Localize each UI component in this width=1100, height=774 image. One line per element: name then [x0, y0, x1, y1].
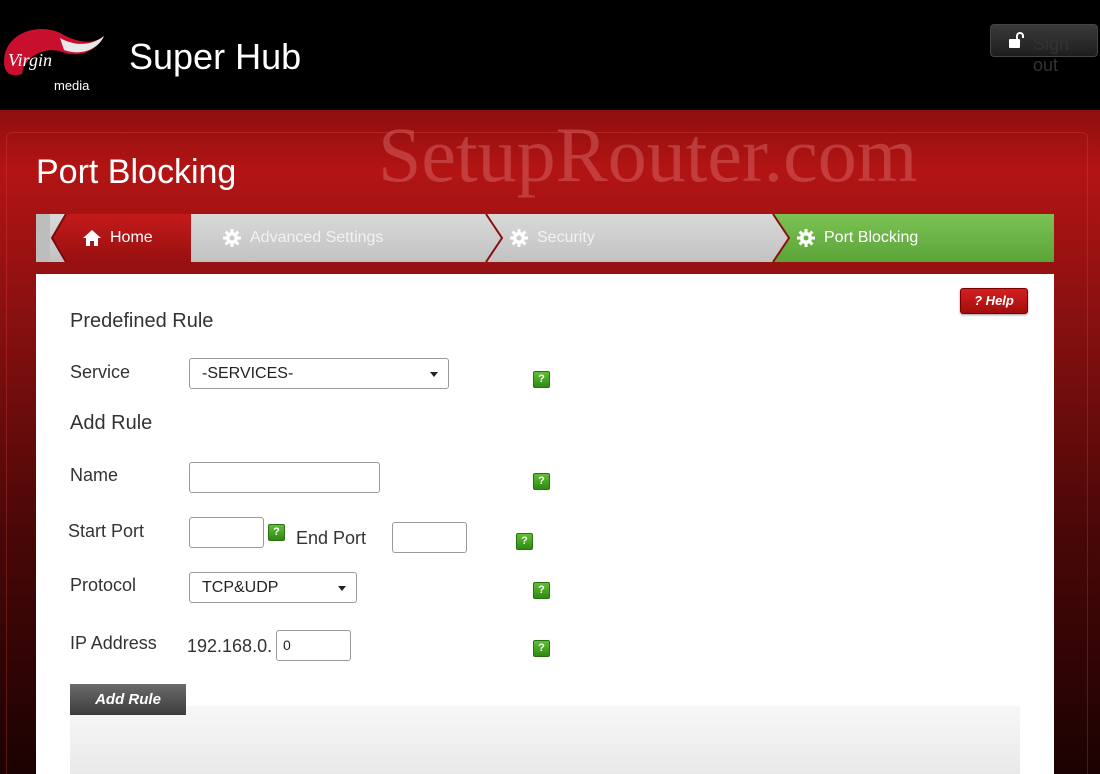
name-label: Name [70, 465, 119, 485]
sign-out-label: Sign out [1033, 34, 1070, 75]
ip-address-prefix: 192.168.0. [187, 636, 273, 656]
protocol-select-value: TCP&UDP [202, 579, 279, 596]
add-rule-button[interactable]: Add Rule [70, 684, 186, 715]
help-button[interactable]: ? Help [960, 288, 1028, 314]
end-port-input[interactable] [392, 522, 467, 553]
gear-icon [510, 229, 528, 247]
chevron-down-icon [430, 372, 438, 377]
breadcrumb-security[interactable]: Security [509, 214, 595, 262]
gear-icon [223, 229, 241, 247]
rules-table-area [70, 706, 1020, 774]
port-blocking-panel: ? Help Predefined Rule Service -SERVICES… [36, 274, 1054, 774]
breadcrumb-security-label: Security [537, 229, 595, 246]
end-port-help-icon[interactable]: ? [516, 533, 533, 550]
sign-out-button[interactable]: Sign out [990, 24, 1098, 75]
app-title: Super Hub [129, 36, 302, 77]
name-input[interactable] [189, 462, 380, 493]
watermark: SetupRouter.com [378, 111, 918, 198]
chevron-down-icon [338, 586, 346, 591]
service-help-icon[interactable]: ? [533, 371, 550, 388]
unlock-icon [1009, 32, 1024, 48]
protocol-label: Protocol [70, 575, 137, 595]
top-header: Virgin media Super Hub Sign out [0, 0, 1100, 110]
breadcrumb-advanced-settings-label: Advanced Settings [250, 229, 384, 246]
breadcrumb-port-blocking[interactable]: Port Blocking [796, 214, 918, 262]
end-port-label: End Port [296, 528, 367, 548]
page-title: Port Blocking [36, 153, 237, 191]
ip-address-label: IP Address [70, 633, 157, 653]
service-label: Service [70, 362, 131, 382]
service-select[interactable]: -SERVICES- [189, 358, 449, 389]
virgin-media-logo: Virgin media [4, 29, 104, 93]
svg-text:Virgin: Virgin [8, 50, 52, 70]
breadcrumb-advanced-settings[interactable]: Advanced Settings [222, 214, 383, 262]
breadcrumb-home-label: Home [110, 229, 153, 246]
gear-icon [797, 229, 815, 247]
svg-text:media: media [54, 78, 90, 93]
breadcrumb: Home Advanced Settings Security Port Blo… [36, 214, 1054, 262]
name-help-icon[interactable]: ? [533, 473, 550, 490]
start-port-label: Start Port [68, 521, 145, 541]
add-rule-title: Add Rule [70, 412, 153, 434]
breadcrumb-home[interactable]: Home [82, 214, 190, 262]
predefined-rule-title: Predefined Rule [70, 310, 214, 332]
ip-address-input[interactable]: 0 [276, 630, 351, 661]
protocol-help-icon[interactable]: ? [533, 582, 550, 599]
breadcrumb-port-blocking-label: Port Blocking [824, 229, 919, 246]
start-port-input[interactable] [189, 517, 264, 548]
ip-address-help-icon[interactable]: ? [533, 640, 550, 657]
home-icon [83, 230, 101, 246]
service-select-value: -SERVICES- [202, 365, 294, 382]
protocol-select[interactable]: TCP&UDP [189, 572, 357, 603]
start-port-help-icon[interactable]: ? [268, 524, 285, 541]
